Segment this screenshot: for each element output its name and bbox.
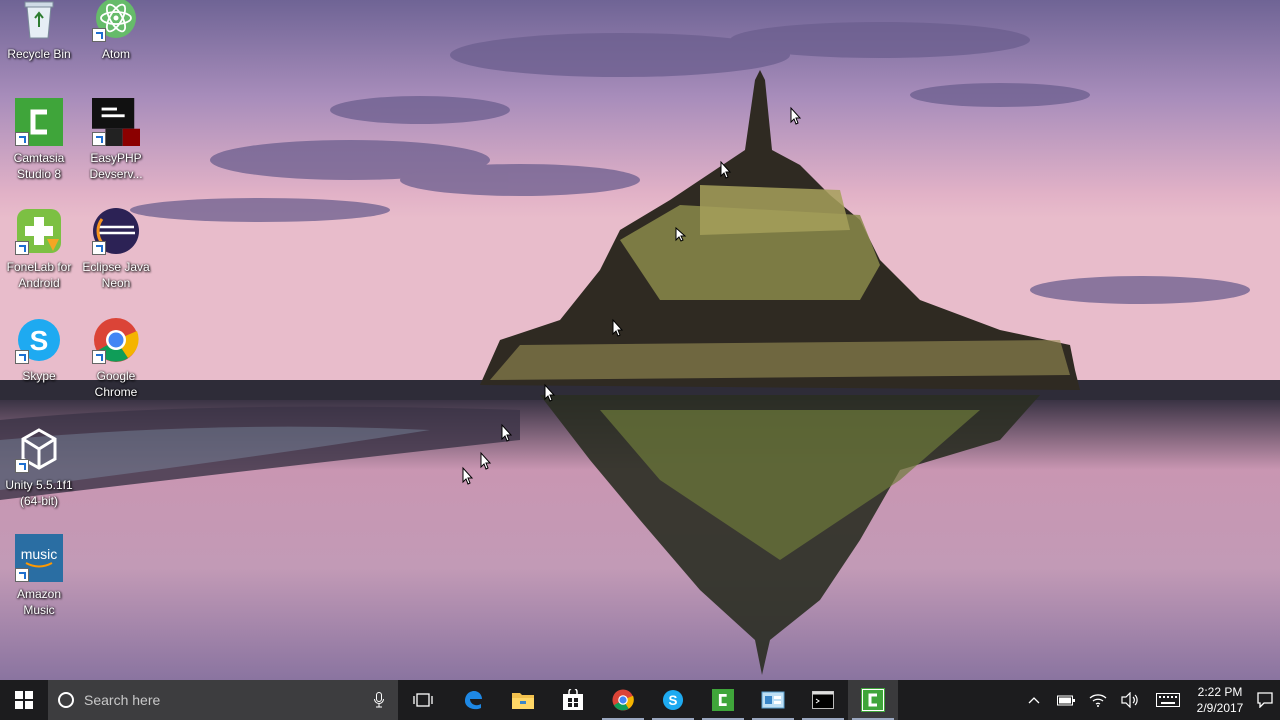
taskbar-camtasia[interactable] <box>698 680 748 720</box>
search-placeholder: Search here <box>84 692 161 708</box>
taskbar-chrome[interactable] <box>598 680 648 720</box>
windows-logo-icon <box>15 691 33 709</box>
start-button[interactable] <box>0 680 48 720</box>
chevron-up-icon <box>1028 697 1040 704</box>
mouse-cursor-icon <box>675 226 687 242</box>
clock-date: 2/9/2017 <box>1196 701 1244 715</box>
wifi-icon <box>1089 694 1107 707</box>
mouse-cursor-icon <box>612 318 624 337</box>
taskbar-file-explorer[interactable] <box>498 680 548 720</box>
battery-icon <box>1057 695 1075 706</box>
taskbar-control-panel[interactable] <box>748 680 798 720</box>
taskbar-edge[interactable] <box>448 680 498 720</box>
show-hidden-icons-button[interactable] <box>1018 680 1050 720</box>
mouse-cursor-icon <box>501 423 513 442</box>
taskbar: Search here S 2:22 PM 2/9/2017 <box>0 680 1280 720</box>
microphone-icon[interactable] <box>374 692 384 708</box>
taskbar-camtasia-recorder[interactable] <box>848 680 898 720</box>
camtasia-icon <box>861 688 885 712</box>
task-view-icon <box>413 693 433 707</box>
cortana-icon <box>58 692 74 708</box>
keyboard-icon <box>1156 693 1180 707</box>
mouse-cursor-icon <box>790 106 802 125</box>
camtasia-icon <box>712 689 734 711</box>
taskbar-skype[interactable]: S <box>648 680 698 720</box>
edge-icon <box>465 691 482 710</box>
system-tray: 2:22 PM 2/9/2017 <box>1018 680 1280 720</box>
search-box[interactable]: Search here <box>48 680 398 720</box>
taskbar-command-prompt[interactable] <box>798 680 848 720</box>
store-icon <box>563 689 583 710</box>
mouse-cursor-icon <box>544 383 556 402</box>
speaker-icon <box>1121 692 1138 708</box>
mouse-cursor-icon <box>462 466 474 485</box>
terminal-icon <box>812 691 834 709</box>
taskbar-store[interactable] <box>548 680 598 720</box>
skype-icon: S <box>662 689 684 711</box>
svg-text:S: S <box>669 693 678 708</box>
chrome-icon <box>612 689 634 711</box>
mouse-cursor-icon <box>720 160 732 179</box>
clock-time: 2:22 PM <box>1197 685 1243 699</box>
folder-icon <box>512 693 534 709</box>
mouse-cursor-icon <box>480 451 492 470</box>
clock[interactable]: 2:22 PM 2/9/2017 <box>1190 684 1250 716</box>
tray-touch-keyboard[interactable] <box>1146 680 1190 720</box>
action-center-button[interactable] <box>1250 680 1280 720</box>
tray-battery[interactable] <box>1050 680 1082 720</box>
notification-icon <box>1257 692 1273 708</box>
tray-volume[interactable] <box>1114 680 1146 720</box>
tray-network[interactable] <box>1082 680 1114 720</box>
task-view-button[interactable] <box>398 680 448 720</box>
cursor-overlay <box>462 106 802 485</box>
control-panel-icon <box>761 691 785 709</box>
